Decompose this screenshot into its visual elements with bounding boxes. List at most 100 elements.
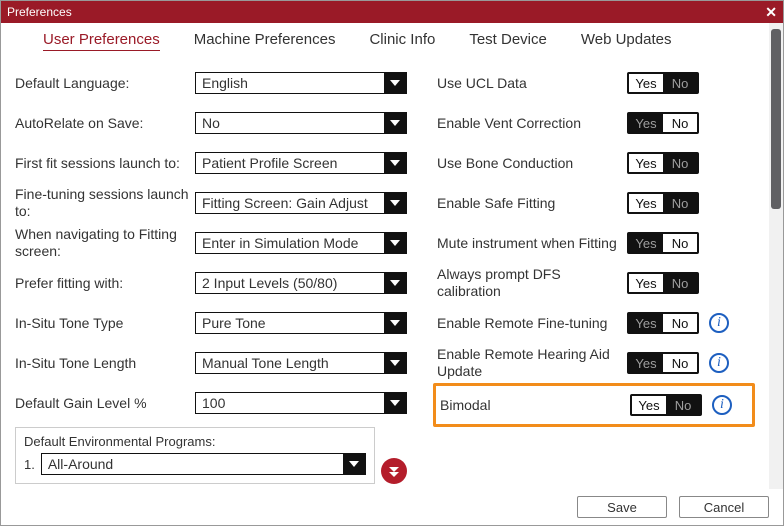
tab-user-preferences[interactable]: User Preferences: [43, 31, 160, 51]
select-value: Manual Tone Length: [202, 355, 329, 371]
field-prefer-fitting: Prefer fitting with: 2 Input Levels (50/…: [15, 263, 407, 303]
toggle-no: No: [663, 354, 697, 372]
label-bimodal: Bimodal: [436, 397, 620, 414]
label-remote-ft: Enable Remote Fine-tuning: [437, 315, 617, 332]
select-value: Enter in Simulation Mode: [202, 235, 358, 251]
info-icon[interactable]: i: [712, 395, 732, 415]
chevron-down-icon: [384, 113, 406, 133]
toggle-no: No: [663, 194, 697, 212]
environmental-program-row: 1. All-Around: [24, 453, 366, 475]
highlight-bimodal: Bimodal Yes No i: [433, 383, 755, 427]
opt-bone: Use Bone Conduction Yes No: [437, 143, 755, 183]
opt-ucl: Use UCL Data Yes No: [437, 63, 755, 103]
field-first-fit: First fit sessions launch to: Patient Pr…: [15, 143, 407, 183]
label-tone-length: In-Situ Tone Length: [15, 355, 195, 372]
toggle-no: No: [666, 396, 700, 414]
toggle-safe[interactable]: Yes No: [627, 192, 699, 214]
select-autorelate[interactable]: No: [195, 112, 407, 134]
toggle-yes: Yes: [629, 354, 663, 372]
select-prefer-fitting[interactable]: 2 Input Levels (50/80): [195, 272, 407, 294]
label-mute: Mute instrument when Fitting: [437, 235, 617, 252]
label-tone-type: In-Situ Tone Type: [15, 315, 195, 332]
toggle-yes: Yes: [629, 74, 663, 92]
select-default-language[interactable]: English: [195, 72, 407, 94]
opt-remote-ft: Enable Remote Fine-tuning Yes No i: [437, 303, 755, 343]
toggle-bone[interactable]: Yes No: [627, 152, 699, 174]
toggle-vent[interactable]: Yes No: [627, 112, 699, 134]
left-column: Default Language: English AutoRelate on …: [15, 63, 407, 484]
label-autorelate: AutoRelate on Save:: [15, 115, 195, 132]
select-value: English: [202, 75, 248, 91]
tab-test-device[interactable]: Test Device: [469, 31, 547, 51]
tab-machine-preferences[interactable]: Machine Preferences: [194, 31, 336, 51]
info-icon[interactable]: i: [709, 353, 729, 373]
field-autorelate: AutoRelate on Save: No: [15, 103, 407, 143]
label-bone: Use Bone Conduction: [437, 155, 617, 172]
columns: Default Language: English AutoRelate on …: [15, 63, 755, 484]
label-vent: Enable Vent Correction: [437, 115, 617, 132]
toggle-no: No: [663, 314, 697, 332]
select-navigating[interactable]: Enter in Simulation Mode: [195, 232, 407, 254]
titlebar: Preferences ✕: [1, 1, 783, 23]
tabs: User Preferences Machine Preferences Cli…: [15, 29, 755, 53]
tab-clinic-info[interactable]: Clinic Info: [369, 31, 435, 51]
toggle-bimodal[interactable]: Yes No: [630, 394, 702, 416]
chevron-down-icon: [384, 353, 406, 373]
select-value: No: [202, 115, 220, 131]
select-env-program-1[interactable]: All-Around: [41, 453, 366, 475]
select-tone-type[interactable]: Pure Tone: [195, 312, 407, 334]
scroll-thumb[interactable]: [771, 29, 781, 209]
close-icon[interactable]: ✕: [765, 5, 777, 19]
select-value: 100: [202, 395, 225, 411]
label-navigating: When navigating to Fitting screen:: [15, 226, 195, 260]
opt-safe: Enable Safe Fitting Yes No: [437, 183, 755, 223]
content-wrap: User Preferences Machine Preferences Cli…: [1, 23, 783, 489]
opt-vent: Enable Vent Correction Yes No: [437, 103, 755, 143]
chevron-down-icon: [384, 153, 406, 173]
label-prefer-fitting: Prefer fitting with:: [15, 275, 195, 292]
select-value: All-Around: [48, 456, 113, 472]
environmental-programs-title: Default Environmental Programs:: [24, 434, 366, 449]
chevron-down-icon: [384, 273, 406, 293]
label-default-language: Default Language:: [15, 75, 195, 92]
field-gain-level: Default Gain Level % 100: [15, 383, 407, 423]
select-first-fit[interactable]: Patient Profile Screen: [195, 152, 407, 174]
toggle-yes: Yes: [629, 194, 663, 212]
info-icon[interactable]: i: [709, 313, 729, 333]
toggle-yes: Yes: [629, 234, 663, 252]
toggle-dfs[interactable]: Yes No: [627, 272, 699, 294]
opt-remote-ha: Enable Remote Hearing Aid Update Yes No …: [437, 343, 755, 383]
label-gain-level: Default Gain Level %: [15, 395, 195, 412]
toggle-remote-ha[interactable]: Yes No: [627, 352, 699, 374]
select-fine-tuning[interactable]: Fitting Screen: Gain Adjust: [195, 192, 407, 214]
scroll-track: [769, 23, 783, 489]
toggle-mute[interactable]: Yes No: [627, 232, 699, 254]
opt-dfs: Always prompt DFS calibration Yes No: [437, 263, 755, 303]
cancel-button[interactable]: Cancel: [679, 496, 769, 518]
vertical-scrollbar[interactable]: [769, 23, 783, 489]
save-button[interactable]: Save: [577, 496, 667, 518]
label-first-fit: First fit sessions launch to:: [15, 155, 195, 172]
toggle-yes: Yes: [629, 154, 663, 172]
select-gain-level[interactable]: 100: [195, 392, 407, 414]
window-title: Preferences: [7, 5, 72, 19]
opt-mute: Mute instrument when Fitting Yes No: [437, 223, 755, 263]
toggle-no: No: [663, 74, 697, 92]
field-tone-type: In-Situ Tone Type Pure Tone: [15, 303, 407, 343]
footer: Save Cancel: [1, 489, 783, 525]
field-default-language: Default Language: English: [15, 63, 407, 103]
toggle-yes: Yes: [629, 274, 663, 292]
tab-web-updates[interactable]: Web Updates: [581, 31, 672, 51]
chevron-down-icon: [384, 233, 406, 253]
toggle-remote-ft[interactable]: Yes No: [627, 312, 699, 334]
field-fine-tuning: Fine-tuning sessions launch to: Fitting …: [15, 183, 407, 223]
expand-programs-button[interactable]: [381, 458, 407, 484]
chevron-down-icon: [384, 313, 406, 333]
chevron-down-icon: [384, 73, 406, 93]
preferences-window: Preferences ✕ User Preferences Machine P…: [0, 0, 784, 526]
label-ucl: Use UCL Data: [437, 75, 617, 92]
select-tone-length[interactable]: Manual Tone Length: [195, 352, 407, 374]
select-value: Fitting Screen: Gain Adjust: [202, 195, 368, 211]
toggle-ucl[interactable]: Yes No: [627, 72, 699, 94]
toggle-no: No: [663, 154, 697, 172]
